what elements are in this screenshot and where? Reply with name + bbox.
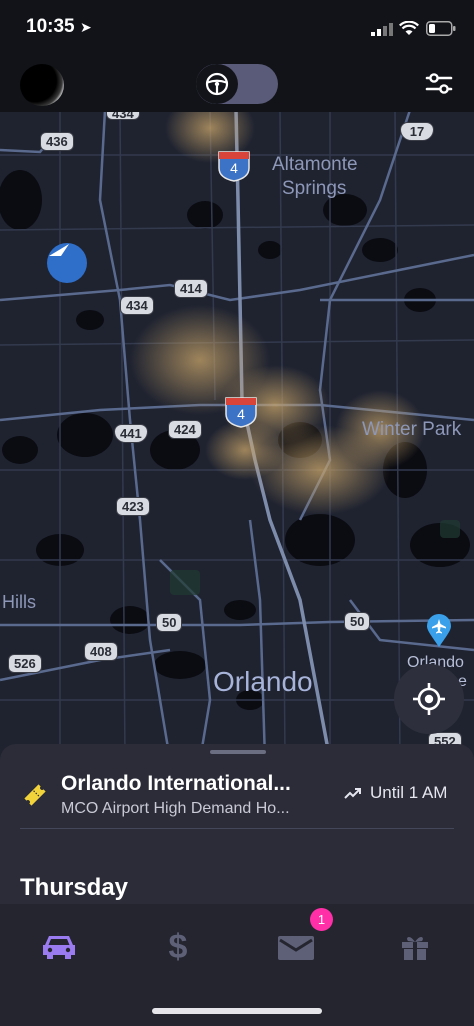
road-shield-436: 436 (40, 132, 74, 151)
driver-app: Altamonte Springs Winter Park Hills Orla… (0, 0, 474, 1026)
day-heading: Thursday (20, 874, 129, 901)
road-shield-526: 526 (8, 654, 42, 673)
bottom-sheet: Orlando International... MCO Airport Hig… (0, 744, 474, 914)
cellular-signal-icon (371, 23, 393, 36)
road-shield-414: 414 (174, 279, 208, 298)
tab-earnings[interactable]: $ (156, 926, 200, 968)
hotspot-row[interactable]: Orlando International... MCO Airport Hig… (0, 762, 474, 828)
map-canvas (0, 93, 474, 760)
map-label-winter-park: Winter Park (362, 419, 462, 440)
map-label-hills: Hills (2, 592, 36, 612)
battery-icon (426, 21, 456, 36)
inbox-badge: 1 (310, 908, 333, 931)
hotspot-title: Orlando International... (61, 772, 291, 795)
tab-rewards[interactable] (393, 926, 437, 968)
road-shield-50-left: 50 (156, 613, 183, 632)
top-bar (0, 56, 474, 112)
map-label-altamonte: Altamonte (272, 154, 358, 175)
ticket-icon (24, 784, 46, 806)
tab-bar: $ 1 (0, 904, 474, 1026)
driver-location-icon (47, 243, 87, 283)
recenter-button[interactable] (394, 664, 464, 734)
status-time: 10:35 (26, 16, 75, 37)
sheet-grabber[interactable] (210, 750, 266, 754)
gift-icon (402, 936, 428, 960)
tab-drive[interactable] (37, 926, 81, 968)
road-shield-17: 17 (400, 122, 434, 141)
hotspot-subtitle: MCO Airport High Demand Ho... (61, 800, 290, 817)
location-arrow-icon: ➤ (80, 19, 92, 35)
sliders-icon[interactable] (424, 70, 454, 98)
road-shield-424: 424 (168, 420, 202, 439)
drive-mode-toggle[interactable] (196, 64, 278, 104)
road-shield-423: 423 (116, 497, 150, 516)
road-shield-441: 441 (114, 424, 148, 443)
road-shield-408: 408 (84, 642, 118, 661)
interstate-4-shield-mid: 4 (224, 396, 258, 428)
tab-inbox[interactable] (274, 926, 318, 968)
road-shield-434: 434 (120, 296, 154, 315)
home-indicator (152, 1008, 322, 1014)
crosshair-icon (413, 683, 445, 715)
avatar[interactable] (20, 64, 64, 106)
map-label-orlando: Orlando (213, 666, 313, 697)
interstate-4-label-mid: 4 (237, 406, 245, 422)
dollar-icon: $ (168, 927, 188, 966)
trending-up-icon (344, 788, 361, 799)
status-bar: 10:35 ➤ (0, 0, 474, 56)
map-label-springs: Springs (282, 178, 347, 199)
road-shield-50-right: 50 (344, 612, 371, 631)
steering-wheel-icon (196, 64, 238, 104)
mail-icon (278, 936, 314, 960)
interstate-4-shield-top: 4 (217, 150, 251, 182)
airport-icon (426, 614, 452, 648)
interstate-4-label-top: 4 (230, 160, 238, 176)
car-icon (43, 936, 75, 959)
hotspot-until: Until 1 AM (370, 783, 448, 802)
wifi-icon (399, 21, 419, 35)
map[interactable]: Altamonte Springs Winter Park Hills Orla… (0, 0, 474, 760)
divider (20, 828, 454, 829)
